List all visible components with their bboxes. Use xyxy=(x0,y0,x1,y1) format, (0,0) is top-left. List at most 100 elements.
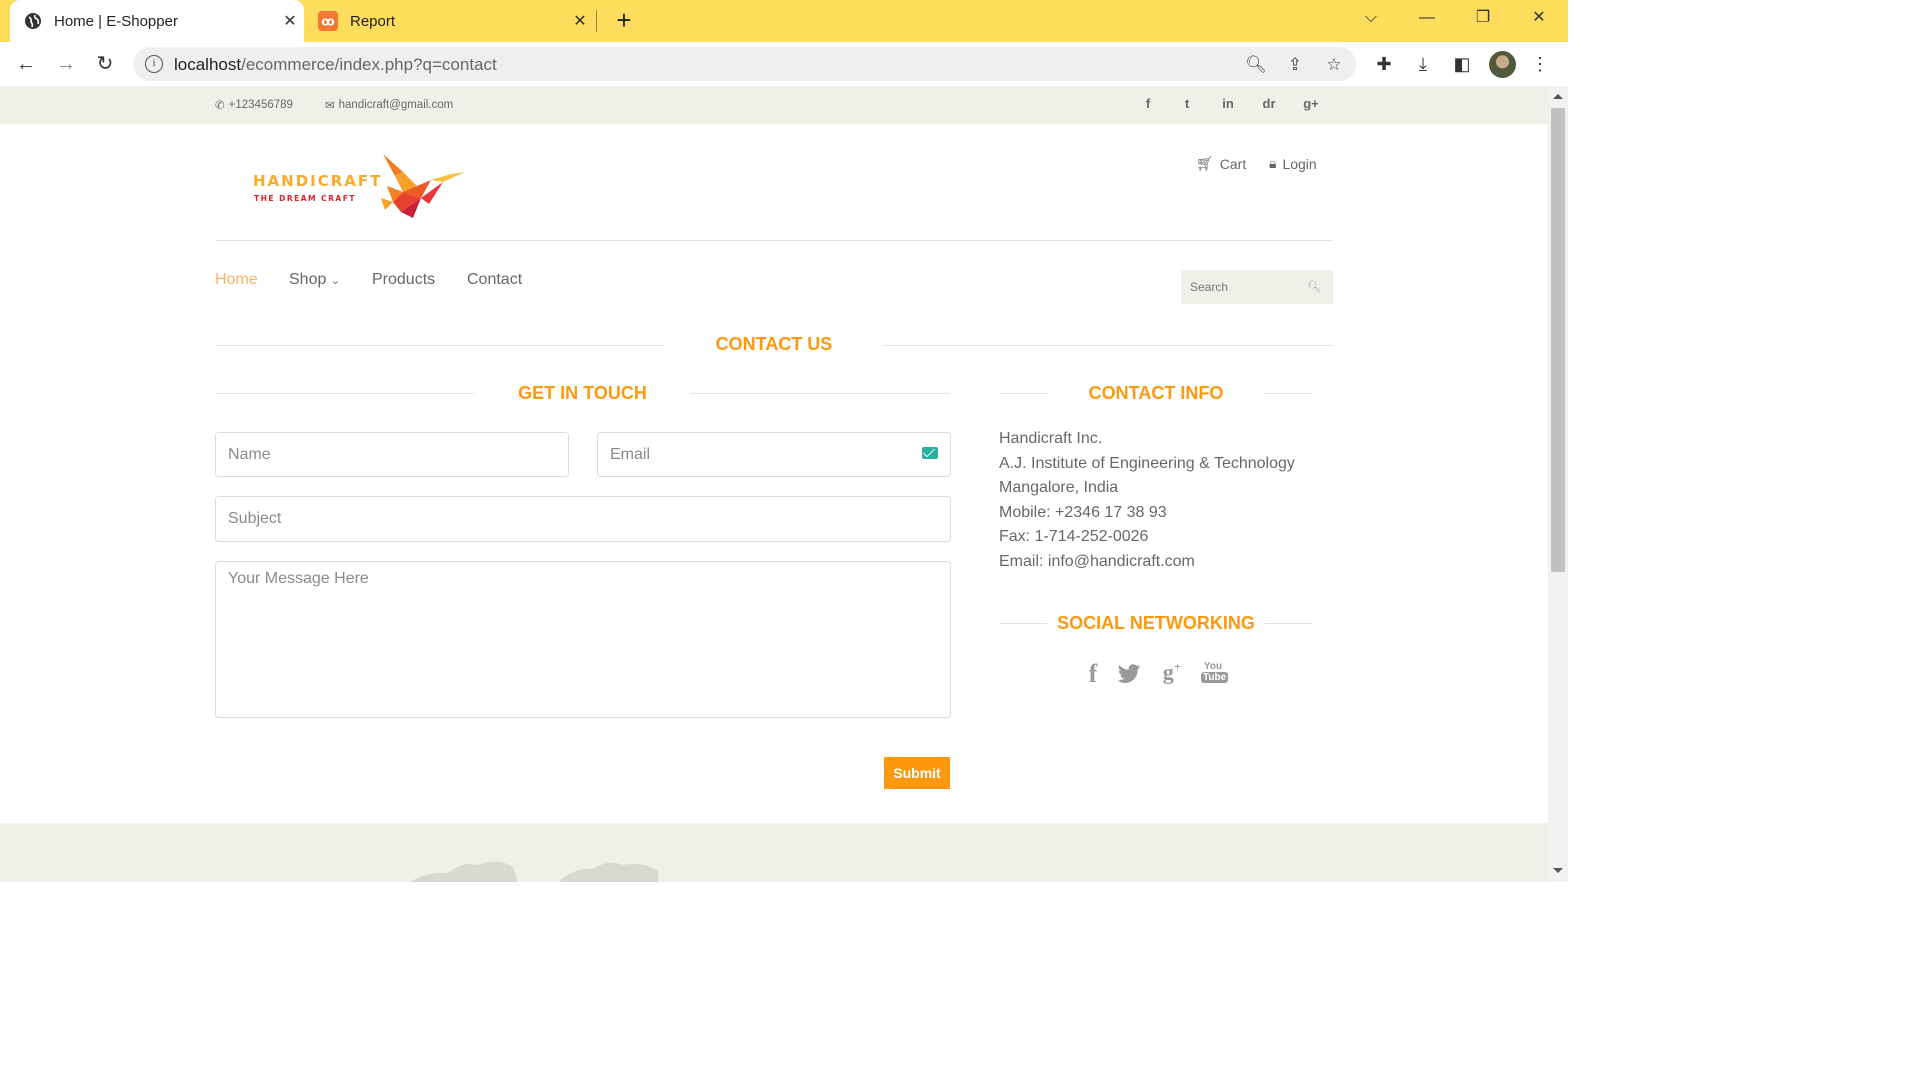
cart-link[interactable]: 🛒︎ Cart xyxy=(1196,155,1246,172)
footer xyxy=(0,823,1548,882)
search-input[interactable] xyxy=(1181,270,1301,304)
search-icon[interactable]: 🔍︎ xyxy=(1307,280,1321,293)
chevron-down-icon: ⌄ xyxy=(330,275,341,287)
name-field xyxy=(215,432,569,477)
subject-input[interactable] xyxy=(216,497,950,541)
form-title: GET IN TOUCH xyxy=(518,383,647,403)
youtube-icon[interactable]: You Tube xyxy=(1201,661,1229,683)
profile-avatar[interactable] xyxy=(1489,51,1516,78)
url-path: /ecommerce/index.php?q=contact xyxy=(241,55,497,74)
url-host: localhost xyxy=(174,55,242,74)
side-panel-icon[interactable]: ◧ xyxy=(1450,52,1474,76)
cart-icon: 🛒︎ xyxy=(1196,155,1214,171)
info-company: Handicraft Inc. xyxy=(999,430,1103,447)
message-field xyxy=(215,561,951,718)
search-box: 🔍︎ xyxy=(1181,270,1333,304)
nav-products[interactable]: Products xyxy=(372,271,435,289)
header-divider xyxy=(215,240,1333,241)
tab-separator xyxy=(596,10,597,32)
login-label: Login xyxy=(1282,155,1317,172)
title-rule-right xyxy=(883,345,1333,346)
info-fax: Fax: 1-714-252-0026 xyxy=(999,528,1149,545)
browser-tab-bar: Home | E-Shopper ✕ ꝏ Report ✕ + ⌵ — ❐ ✕ xyxy=(0,0,1568,42)
back-button[interactable]: ← xyxy=(12,50,40,78)
nav-shop-label: Shop xyxy=(289,271,327,288)
phone-number: +123456789 xyxy=(228,99,293,111)
close-window-button[interactable]: ✕ xyxy=(1511,0,1567,36)
extensions-icon[interactable]: ✚ xyxy=(1372,52,1396,76)
svg-text:ꝏ: ꝏ xyxy=(321,15,334,29)
web-page: ✆ +123456789 ✉ handicraft@gmail.com f t in… xyxy=(0,86,1548,882)
name-input[interactable] xyxy=(216,433,568,476)
nav-contact[interactable]: Contact xyxy=(467,271,522,289)
bookmark-star-icon[interactable]: ☆ xyxy=(1322,53,1346,77)
bird-icon xyxy=(381,154,465,218)
page-scrollbar[interactable] xyxy=(1548,86,1568,882)
globe-icon xyxy=(25,13,41,29)
tab-title: Report xyxy=(350,12,396,30)
nav-home[interactable]: Home xyxy=(215,271,258,289)
restore-button[interactable]: ❐ xyxy=(1455,0,1511,36)
envelope-icon: ✉ xyxy=(325,100,335,112)
info-email: Email: info@handicraft.com xyxy=(999,553,1195,570)
phone-contact: ✆ +123456789 xyxy=(215,98,293,112)
form-title-rule-right xyxy=(690,393,950,394)
social-title-rule-left xyxy=(999,623,1047,624)
login-link[interactable]: 🔒︎ Login xyxy=(1269,155,1317,172)
info-title-rule-right xyxy=(1265,393,1313,394)
tab-report[interactable]: ꝏ Report ✕ xyxy=(304,0,594,42)
email-contact: ✉ handicraft@gmail.com xyxy=(325,98,453,112)
new-tab-button[interactable]: + xyxy=(610,6,638,34)
submit-button[interactable]: Submit xyxy=(884,757,950,789)
top-contact-bar: ✆ +123456789 ✉ handicraft@gmail.com f t in… xyxy=(0,86,1548,124)
email-field xyxy=(597,432,951,477)
email-address: handicraft@gmail.com xyxy=(338,99,454,111)
lock-icon: 🔒︎ xyxy=(1269,155,1277,171)
google-plus-icon[interactable]: g+ xyxy=(1158,659,1186,685)
site-logo[interactable]: HANDICRAFT THE DREAM CRAFT xyxy=(253,152,468,222)
twitter-icon[interactable]: t xyxy=(1177,96,1197,111)
facebook-icon[interactable]: f xyxy=(1138,96,1158,111)
logo-brand: HANDICRAFT xyxy=(253,172,383,190)
site-info-icon[interactable]: i xyxy=(145,55,163,73)
url-text: localhost/ecommerce/index.php?q=contact xyxy=(174,55,497,75)
minimize-button[interactable]: — xyxy=(1399,0,1455,36)
phone-icon: ✆ xyxy=(215,100,225,112)
scroll-up-arrow-icon[interactable] xyxy=(1553,94,1563,99)
email-autofill-icon[interactable] xyxy=(922,447,938,459)
tab-home-eshopper[interactable]: Home | E-Shopper ✕ xyxy=(10,0,304,42)
xampp-icon: ꝏ xyxy=(318,11,338,31)
contact-info-title: CONTACT INFO xyxy=(1088,383,1224,403)
logo-tagline: THE DREAM CRAFT xyxy=(254,194,356,203)
info-city: Mangalore, India xyxy=(999,479,1119,496)
info-title-rule-left xyxy=(999,393,1047,394)
forward-button[interactable]: → xyxy=(52,50,80,78)
google-plus-icon[interactable]: g+ xyxy=(1301,96,1321,111)
close-icon[interactable]: ✕ xyxy=(276,11,304,31)
linkedin-icon[interactable]: in xyxy=(1218,96,1238,111)
download-icon[interactable]: ⤓ xyxy=(1411,52,1435,76)
cart-label: Cart xyxy=(1219,155,1247,172)
scroll-down-arrow-icon[interactable] xyxy=(1553,868,1563,873)
share-icon[interactable]: ⇪ xyxy=(1283,53,1307,77)
tab-title: Home | E-Shopper xyxy=(54,12,178,30)
scrollbar-thumb[interactable] xyxy=(1551,108,1565,572)
dribbble-icon[interactable]: dr xyxy=(1259,96,1279,111)
social-networking-title: SOCIAL NETWORKING xyxy=(1057,613,1255,633)
info-address: A.J. Institute of Engineering & Technolo… xyxy=(999,455,1295,472)
tab-search-chevron-icon[interactable]: ⌵ xyxy=(1343,0,1399,36)
email-input[interactable] xyxy=(598,433,950,476)
zoom-icon[interactable]: 🔍︎ xyxy=(1244,53,1268,77)
reload-button[interactable]: ↻ xyxy=(91,50,119,78)
address-bar[interactable]: i localhost/ecommerce/index.php?q=contac… xyxy=(133,47,1356,81)
close-icon[interactable]: ✕ xyxy=(566,11,594,31)
menu-kebab-icon[interactable]: ⋮ xyxy=(1528,52,1552,76)
info-mobile: Mobile: +2346 17 38 93 xyxy=(999,504,1167,521)
facebook-icon[interactable]: f xyxy=(1085,659,1101,689)
twitter-icon[interactable] xyxy=(1117,664,1141,684)
nav-shop[interactable]: Shop ⌄ xyxy=(289,271,340,289)
title-rule-left xyxy=(215,345,665,346)
message-textarea[interactable] xyxy=(216,562,950,717)
subject-field xyxy=(215,496,951,542)
page-title: CONTACT US xyxy=(715,334,833,354)
